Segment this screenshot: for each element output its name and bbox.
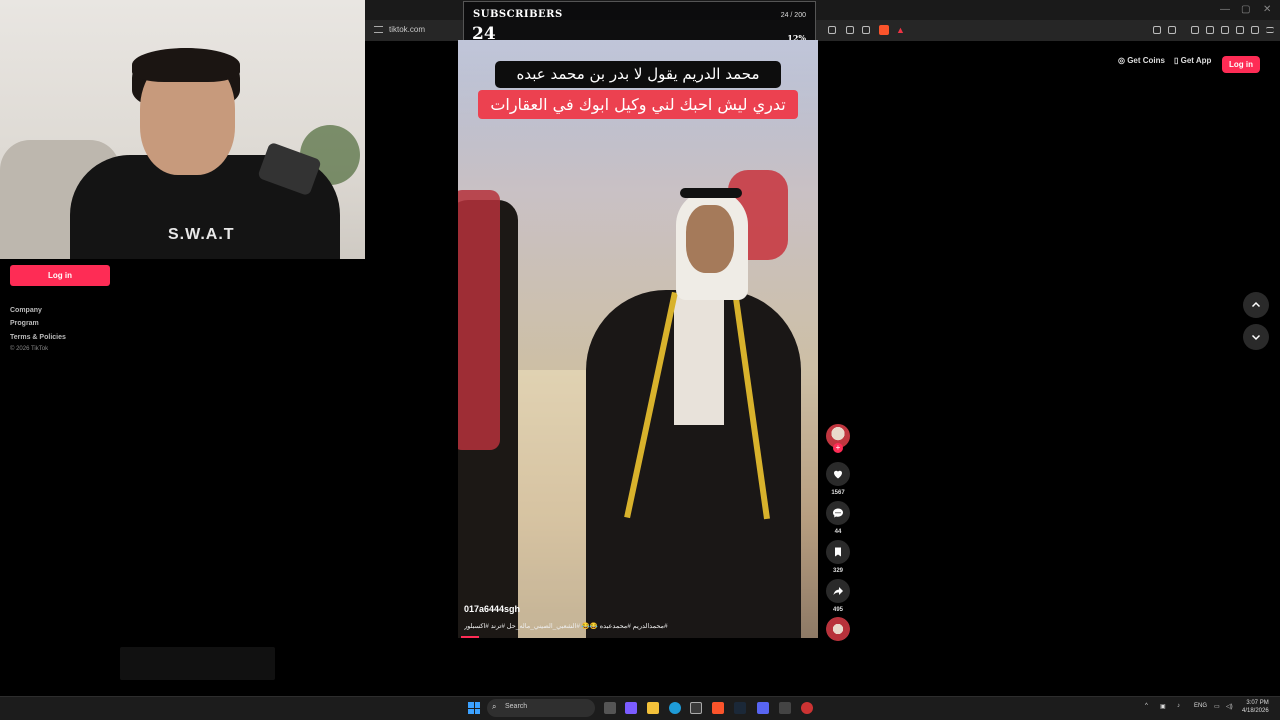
previous-video-button[interactable]	[1243, 292, 1269, 318]
next-video-button[interactable]	[1243, 324, 1269, 350]
file-explorer-icon[interactable]	[647, 702, 659, 714]
cast-icon[interactable]	[846, 26, 854, 34]
windows-taskbar	[0, 696, 1280, 720]
save-button[interactable]	[826, 540, 850, 564]
close-button[interactable]: ✕	[1263, 4, 1271, 15]
taskbar-search-box[interactable]	[487, 699, 595, 717]
maximize-button[interactable]: ▢	[1241, 4, 1250, 15]
share-icon[interactable]	[862, 26, 870, 34]
obs-icon[interactable]	[801, 702, 813, 714]
tray-chevron-icon[interactable]: ^	[1145, 703, 1148, 709]
streamer-hair-top	[132, 48, 240, 82]
chevron-up-icon	[1251, 301, 1261, 308]
store-icon[interactable]	[690, 702, 702, 714]
app-icon[interactable]	[779, 702, 791, 714]
minimize-button[interactable]: —	[1220, 4, 1230, 15]
brave-rewards-icon[interactable]: ▲	[896, 25, 905, 35]
video-thobe	[674, 295, 724, 425]
brave-icon[interactable]	[712, 702, 724, 714]
video-agal	[680, 188, 742, 198]
follow-plus-icon[interactable]: +	[833, 443, 843, 453]
screen: S.W.A.T — ▢ ✕ tiktok.com ▲ SUBSCRIBERS 2…	[0, 0, 1280, 720]
video-hashtags[interactable]: #محمدالدريم #محمدعبده 😂😂 #الشعبي_الصيني_…	[464, 622, 714, 630]
volume-icon[interactable]: ◁)	[1226, 703, 1233, 710]
clock-time: 3:07 PM	[1246, 700, 1269, 706]
tray-mic-icon[interactable]: ♪	[1177, 703, 1180, 709]
music-icon[interactable]	[1191, 26, 1199, 34]
share-arrow-icon	[833, 587, 843, 595]
language-indicator[interactable]: ENG	[1194, 703, 1207, 709]
sidebar-icon[interactable]	[1206, 26, 1214, 34]
extension-icon[interactable]	[1153, 26, 1161, 34]
brave-shields-icon[interactable]	[879, 25, 889, 35]
task-view-icon[interactable]	[604, 702, 616, 714]
hoodie-text: S.W.A.T	[168, 226, 235, 243]
like-count: 1567	[831, 490, 845, 496]
get-coins-button[interactable]: ◎ Get Coins	[1118, 56, 1165, 65]
like-button[interactable]	[826, 462, 850, 486]
url-text[interactable]: tiktok.com	[389, 25, 425, 34]
footer-link-program[interactable]: Program	[10, 320, 39, 327]
search-icon: ⌕	[492, 702, 497, 711]
video-face	[686, 205, 734, 273]
save-count: 329	[832, 568, 843, 574]
bottom-left-panel	[120, 647, 275, 680]
shield-icon[interactable]	[1251, 26, 1259, 34]
share-count: 495	[832, 607, 843, 613]
get-app-label: Get App	[1180, 56, 1212, 65]
network-icon[interactable]: ▭	[1214, 703, 1220, 710]
video-caption-line1: محمد الدريم يقول لا بدر بن محمد عبده	[495, 61, 781, 88]
vpn-icon[interactable]	[1236, 26, 1244, 34]
video-player[interactable]	[458, 40, 818, 638]
video-username[interactable]: 017a6444sgh	[464, 604, 520, 614]
music-disc-icon[interactable]	[826, 617, 850, 641]
copilot-icon[interactable]	[625, 702, 637, 714]
discord-icon[interactable]	[757, 702, 769, 714]
taskbar-search-label: Search	[505, 703, 528, 710]
steam-icon[interactable]	[734, 702, 746, 714]
video-caption-line2: تدري ليش احبك لني وكيل ابوك في العقارات	[478, 90, 798, 119]
edge-icon[interactable]	[669, 702, 681, 714]
video-progress-bar[interactable]	[461, 636, 479, 638]
footer-link-terms[interactable]: Terms & Policies	[10, 334, 66, 341]
wallet-icon[interactable]	[1168, 26, 1176, 34]
get-coins-label: Get Coins	[1127, 56, 1165, 65]
comment-count: 44	[834, 529, 842, 535]
comment-button[interactable]	[826, 501, 850, 525]
footer-link-company[interactable]: Company	[10, 307, 42, 314]
get-app-button[interactable]: ▯ Get App	[1174, 56, 1211, 65]
bookmark-icon	[835, 547, 841, 557]
heart-icon	[834, 470, 842, 479]
chevron-down-icon	[1251, 334, 1261, 341]
reader-icon[interactable]	[828, 26, 836, 34]
share-button[interactable]	[826, 579, 850, 603]
sidebar-login-button[interactable]: Log in	[10, 265, 110, 286]
tray-app-icon[interactable]: ▣	[1160, 703, 1166, 710]
windows-start-icon[interactable]	[468, 702, 480, 714]
header-login-button[interactable]: Log in	[1222, 56, 1260, 73]
subgoal-ratio: 24 / 200	[780, 12, 806, 19]
taskbar-clock[interactable]: 3:07 PM 4/18/2026	[1242, 699, 1269, 715]
site-settings-icon[interactable]	[374, 26, 383, 33]
tabs-icon[interactable]	[1221, 26, 1229, 34]
clock-date: 4/18/2026	[1242, 708, 1269, 714]
webcam-overlay: S.W.A.T	[0, 0, 365, 259]
comment-icon	[833, 508, 843, 518]
menu-icon[interactable]	[1266, 27, 1274, 33]
subgoal-label: SUBSCRIBERS	[473, 9, 563, 20]
copyright-text: © 2026 TikTok	[10, 346, 49, 352]
video-scarf-left	[458, 190, 500, 450]
